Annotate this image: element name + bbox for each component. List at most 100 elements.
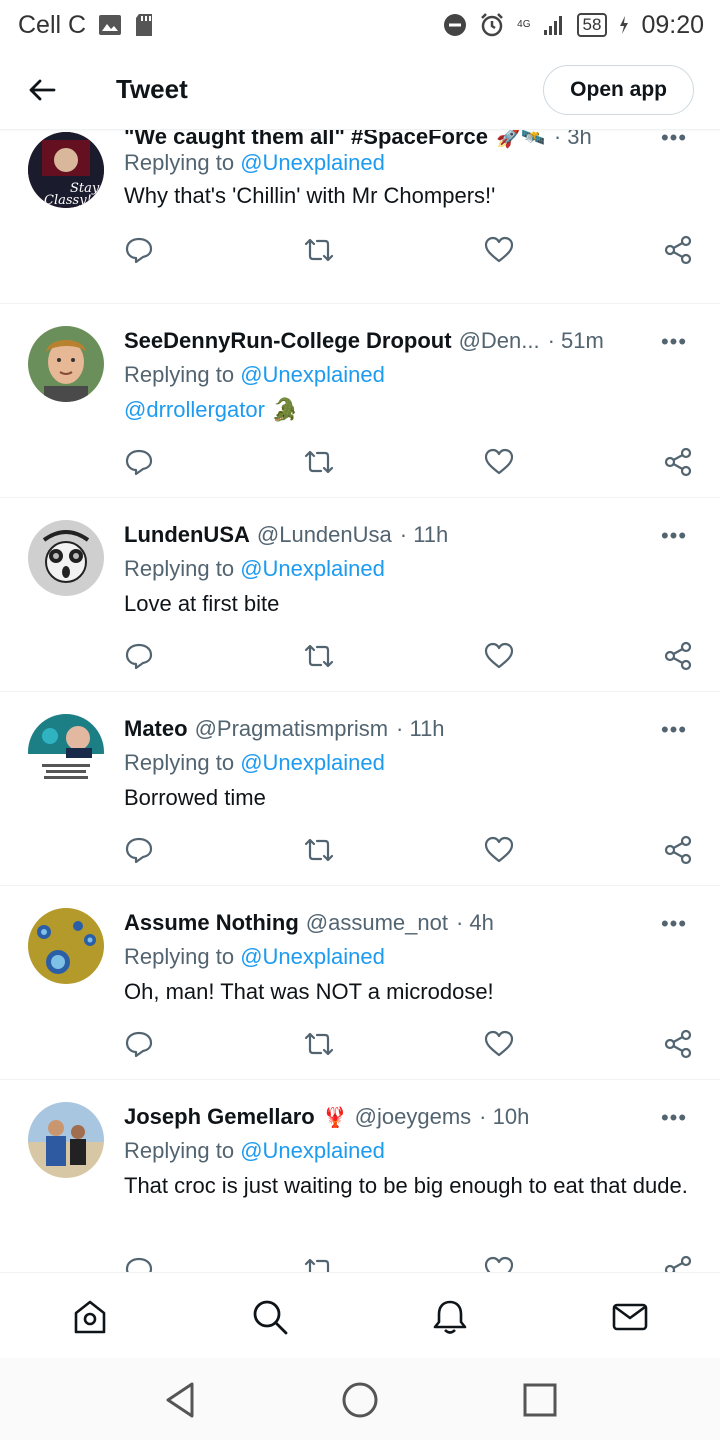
handle[interactable]: @joeygems (355, 1104, 472, 1130)
retweet-button[interactable] (301, 638, 337, 674)
mention-link[interactable]: @Unexplained (240, 362, 385, 387)
reply-button[interactable] (121, 1252, 157, 1272)
like-button[interactable] (481, 444, 517, 480)
retweet-icon (304, 450, 334, 474)
tweet-item[interactable]: Assume Nothing @assume_not · 4h ••• Repl… (0, 886, 720, 1080)
avatar[interactable] (28, 714, 104, 790)
mention-link[interactable]: @Unexplained (240, 150, 385, 175)
timestamp[interactable]: · 4h (456, 910, 494, 936)
more-options-button[interactable]: ••• (654, 523, 694, 548)
retweet-button[interactable] (301, 832, 337, 868)
avatar[interactable] (28, 520, 104, 596)
mention-link[interactable]: @Unexplained (240, 1138, 385, 1163)
retweet-icon (304, 1258, 330, 1272)
handle[interactable]: @assume_not (306, 910, 448, 936)
reply-button[interactable] (121, 638, 157, 674)
back-button[interactable] (0, 50, 84, 130)
like-button[interactable] (481, 1252, 517, 1272)
handle[interactable]: @LundenUsa (257, 522, 392, 548)
tweet-item[interactable]: Joseph Gemellaro 🦞 @joeygems · 10h ••• R… (0, 1080, 720, 1272)
display-name[interactable]: Assume Nothing (124, 910, 299, 936)
more-options-button[interactable]: ••• (654, 130, 694, 150)
like-button[interactable] (481, 638, 517, 674)
tweet-actions (0, 1026, 720, 1066)
heart-icon (484, 642, 514, 669)
like-button[interactable] (481, 232, 517, 268)
share-icon (664, 1255, 692, 1272)
avatar[interactable] (28, 1102, 104, 1178)
share-button[interactable] (660, 232, 696, 268)
heart-icon (484, 236, 514, 263)
display-name[interactable]: Joseph Gemellaro (124, 1104, 315, 1130)
tweet-item[interactable]: Stay Classy! "We caught them all" #SpaceF… (0, 130, 720, 304)
more-options-button[interactable]: ••• (654, 1105, 694, 1130)
back-triangle-icon (166, 1382, 194, 1418)
home-circle-icon (342, 1382, 378, 1418)
tweet-item[interactable]: SeeDennyRun-College Dropout @Den... · 51… (0, 304, 720, 498)
like-button[interactable] (481, 1026, 517, 1062)
share-button[interactable] (660, 1026, 696, 1062)
handle[interactable]: @Pragmatismprism (195, 716, 388, 742)
more-options-button[interactable]: ••• (654, 911, 694, 936)
replying-to: Replying to @Unexplained (124, 362, 385, 387)
retweet-button[interactable] (301, 1026, 337, 1062)
timestamp[interactable]: · 3h (554, 130, 592, 150)
nav-home[interactable] (68, 1295, 112, 1339)
like-button[interactable] (481, 832, 517, 868)
open-app-button[interactable]: Open app (543, 65, 694, 115)
nav-search[interactable] (248, 1295, 292, 1339)
tweet-header: SeeDennyRun-College Dropout @Den... · 51… (124, 326, 610, 356)
share-button[interactable] (660, 832, 696, 868)
timestamp[interactable]: · 51m (548, 328, 604, 354)
tweet-actions (0, 638, 720, 678)
tweet-header: Mateo @Pragmatismprism · 11h (124, 714, 610, 744)
reply-button[interactable] (121, 232, 157, 268)
more-options-button[interactable]: ••• (654, 717, 694, 742)
replying-to: Replying to @Unexplained (124, 150, 385, 175)
reply-button[interactable] (121, 444, 157, 480)
crocodile-emoji: 🐊 (271, 397, 299, 422)
reply-icon (125, 237, 153, 264)
sd-card-icon (134, 13, 154, 37)
display-name[interactable]: LundenUSA (124, 522, 250, 548)
system-back-button[interactable] (158, 1378, 202, 1422)
replies-feed[interactable]: Stay Classy! "We caught them all" #SpaceF… (0, 130, 720, 1272)
tweet-header: LundenUSA @LundenUsa · 11h (124, 520, 610, 550)
display-name[interactable]: SeeDennyRun-College Dropout (124, 328, 452, 354)
share-button[interactable] (660, 638, 696, 674)
heart-icon (484, 448, 514, 475)
avatar[interactable] (28, 326, 104, 402)
reply-button[interactable] (121, 1026, 157, 1062)
tweet-text: Oh, man! That was NOT a microdose! (124, 979, 494, 1004)
reply-icon (125, 1031, 153, 1058)
heart-icon (484, 1030, 514, 1057)
timestamp[interactable]: · 11h (400, 522, 449, 548)
heart-icon (484, 1256, 514, 1272)
nav-notifications[interactable] (428, 1295, 472, 1339)
mention-link[interactable]: @drrollergator (124, 397, 265, 422)
mention-link[interactable]: @Unexplained (240, 944, 385, 969)
retweet-button[interactable] (301, 1252, 337, 1272)
display-name[interactable]: "We caught them all" #SpaceForce (124, 130, 488, 150)
mention-link[interactable]: @Unexplained (240, 556, 385, 581)
avatar[interactable] (28, 908, 104, 984)
timestamp[interactable]: · 11h (396, 716, 445, 742)
share-icon (664, 1029, 692, 1059)
system-home-button[interactable] (338, 1378, 382, 1422)
reply-button[interactable] (121, 832, 157, 868)
avatar[interactable]: Stay Classy! (28, 132, 104, 208)
retweet-button[interactable] (301, 232, 337, 268)
mention-link[interactable]: @Unexplained (240, 750, 385, 775)
system-recents-button[interactable] (518, 1378, 562, 1422)
tweet-item[interactable]: Mateo @Pragmatismprism · 11h ••• Replyin… (0, 692, 720, 886)
share-button[interactable] (660, 444, 696, 480)
timestamp[interactable]: · 10h (479, 1104, 529, 1130)
share-button[interactable] (660, 1252, 696, 1272)
tweet-item[interactable]: LundenUSA @LundenUsa · 11h ••• Replying … (0, 498, 720, 692)
display-name[interactable]: Mateo (124, 716, 188, 742)
tweet-header: "We caught them all" #SpaceForce 🚀🛰️ · 3… (124, 130, 610, 152)
more-options-button[interactable]: ••• (654, 329, 694, 354)
retweet-button[interactable] (301, 444, 337, 480)
handle[interactable]: @Den... (459, 328, 540, 354)
nav-messages[interactable] (608, 1295, 652, 1339)
